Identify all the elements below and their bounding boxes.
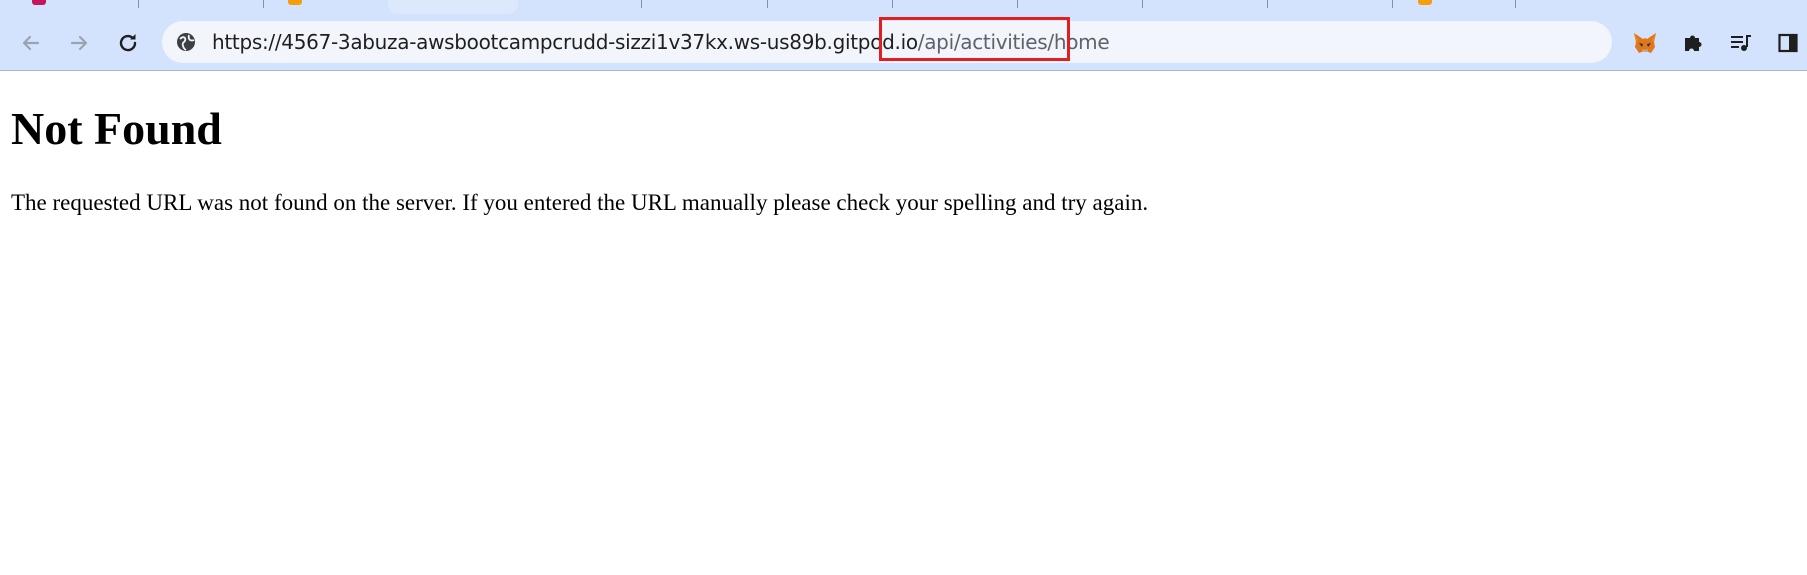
tab-separator <box>767 0 768 8</box>
page-title: Not Found <box>11 103 222 154</box>
tab-separator <box>892 0 893 8</box>
tab-separator <box>641 0 642 8</box>
site-info-icon <box>177 33 195 51</box>
tab-separator <box>1142 0 1143 8</box>
tab-separator <box>263 0 264 8</box>
tab-separator <box>1392 0 1393 8</box>
error-message: The requested URL was not found on the s… <box>11 190 1149 215</box>
site-info-button[interactable] <box>176 32 196 52</box>
tab-separator <box>1267 0 1268 8</box>
metamask-extension-button[interactable] <box>1628 26 1662 60</box>
tab-favicon <box>288 0 302 5</box>
url-host: https://4567-3abuza-awsbootcampcrudd-siz… <box>212 30 918 54</box>
side-panel-button[interactable] <box>1771 26 1805 60</box>
puzzle-piece-icon <box>1685 35 1702 51</box>
page-content: Not Found The requested URL was not foun… <box>0 71 1807 575</box>
side-panel-icon <box>1778 33 1798 53</box>
tab-separator <box>1515 0 1516 8</box>
reload-icon <box>119 34 137 52</box>
forward-arrow-icon <box>70 35 88 51</box>
extensions-button[interactable] <box>1676 26 1710 60</box>
back-button[interactable] <box>14 26 48 60</box>
back-arrow-icon <box>22 35 40 51</box>
tab-separator <box>1017 0 1018 8</box>
media-controls-button[interactable] <box>1724 26 1758 60</box>
media-queue-icon <box>1731 35 1751 51</box>
metamask-fox-icon <box>1634 33 1656 53</box>
tab-favicon <box>1418 0 1432 5</box>
url-path-highlight-box <box>879 17 1070 61</box>
tab-separator <box>138 0 139 8</box>
tab-favicon <box>32 0 46 5</box>
active-tab[interactable] <box>388 0 518 14</box>
forward-button[interactable] <box>62 26 96 60</box>
reload-button[interactable] <box>111 26 145 60</box>
tab-strip <box>0 0 1807 14</box>
